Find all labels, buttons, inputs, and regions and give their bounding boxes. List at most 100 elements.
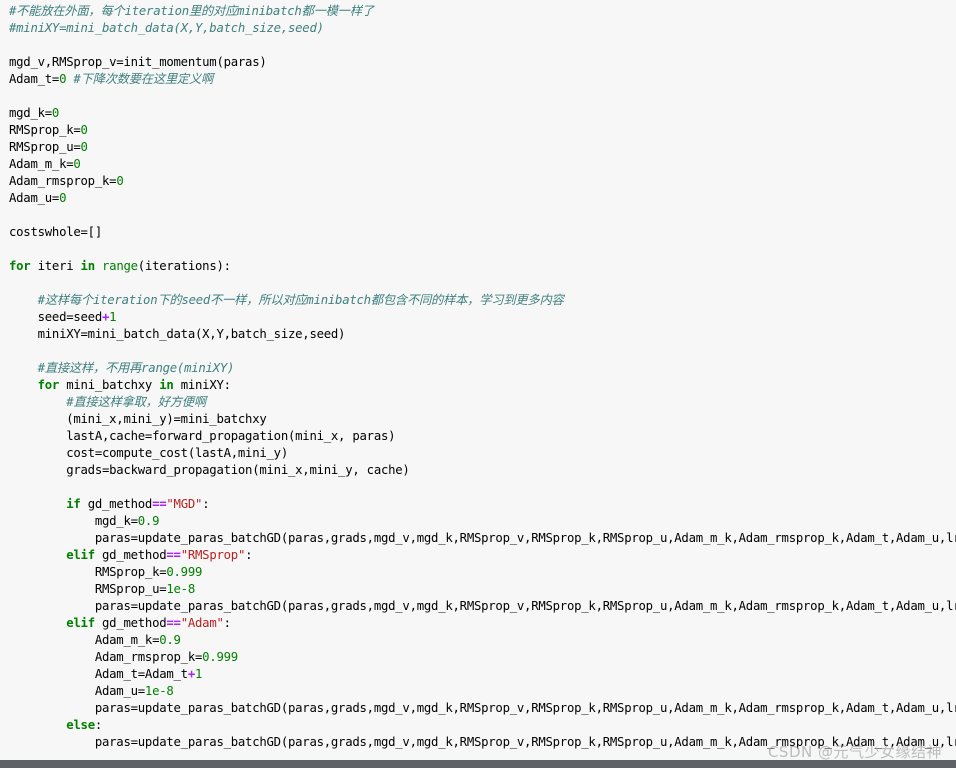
code-line: paras=update_paras_batchGD(paras,grads,m…: [9, 530, 956, 547]
code-line: RMSprop_k=0.999: [9, 564, 956, 581]
code-number: 0: [116, 174, 124, 188]
code-text: :: [94, 718, 103, 732]
code-comment: #下降次数要在这里定义啊: [73, 72, 214, 86]
code-line: mgd_k=0: [9, 105, 956, 122]
code-line: for iteri in range(iterations):: [9, 258, 956, 275]
code-comment: #这样每个iteration下的seed不一样，所以对应minibatch都包含…: [37, 293, 564, 307]
code-text: RMSprop_k=: [9, 123, 81, 137]
code-line: #不能放在外面，每个iteration里的对应minibatch都一模一样了: [9, 3, 956, 20]
code-number: 1: [109, 310, 117, 324]
code-keyword: if: [66, 497, 81, 511]
code-text: mgd_k=: [9, 106, 52, 120]
code-text: Adam_m_k=: [9, 633, 160, 647]
code-line: mgd_k=0.9: [9, 513, 956, 530]
code-number: 0.999: [202, 650, 238, 664]
code-text: RMSprop_u=: [9, 140, 81, 154]
code-cell[interactable]: #不能放在外面，每个iteration里的对应minibatch都一模一样了 #m…: [0, 0, 956, 760]
code-line: elif gd_method=="RMSprop":: [9, 547, 956, 564]
code-text: grads=backward_propagation(mini_x,mini_y…: [9, 463, 410, 477]
code-line: elif gd_method=="Adam":: [9, 615, 956, 632]
code-text: mini_batchxy: [59, 378, 160, 392]
code-comment: #miniXY=mini_batch_data(X,Y,batch_size,s…: [9, 21, 324, 35]
code-text: paras=update_paras_batchGD(paras,grads,m…: [9, 701, 956, 715]
code-operator: ==: [166, 616, 181, 630]
code-line: #miniXY=mini_batch_data(X,Y,batch_size,s…: [9, 20, 956, 37]
code-text: paras=update_paras_batchGD(paras,grads,m…: [9, 599, 956, 613]
code-comment: #直接这样拿取，好方便啊: [66, 395, 206, 409]
code-comment: #不能放在外面，每个iteration里的对应minibatch都一模一样了: [9, 4, 374, 18]
code-text: costswhole=[]: [9, 225, 102, 239]
code-number: 1: [195, 667, 203, 681]
code-text: miniXY=mini_batch_data(X,Y,batch_size,se…: [9, 327, 346, 341]
code-text: :: [223, 616, 231, 630]
code-number: 1e-8: [144, 684, 174, 698]
code-text: RMSprop_u=: [9, 582, 167, 596]
code-operator: ==: [166, 548, 181, 562]
code-line: RMSprop_k=0: [9, 122, 956, 139]
code-text: Adam_m_k=: [9, 157, 74, 171]
code-number: 0: [59, 191, 67, 205]
code-text: gd_method: [94, 548, 167, 562]
code-line: if gd_method=="MGD":: [9, 496, 956, 513]
code-text: Adam_t=Adam_t: [9, 667, 188, 681]
code-number: 1e-8: [166, 582, 195, 596]
code-line: Adam_u=1e-8: [9, 683, 956, 700]
code-keyword: elif: [66, 548, 95, 562]
code-text: Adam_rmsprop_k=: [9, 650, 203, 664]
code-line: for mini_batchxy in miniXY:: [9, 377, 956, 394]
code-number: 0: [80, 123, 88, 137]
code-line: Adam_u=0: [9, 190, 956, 207]
code-text: mgd_v,RMSprop_v=init_momentum(paras): [9, 55, 267, 69]
code-line: Adam_m_k=0: [9, 156, 956, 173]
code-text: Adam_u=: [9, 191, 60, 205]
code-keyword: for: [9, 259, 31, 273]
code-text: (iterations):: [137, 259, 231, 273]
code-comment: #直接这样，不用再range(miniXY): [37, 361, 235, 375]
code-number: 0.9: [137, 514, 160, 528]
code-line: lastA,cache=forward_propagation(mini_x, …: [9, 428, 956, 445]
code-keyword: elif: [66, 616, 95, 630]
code-text: lastA,cache=forward_propagation(mini_x, …: [9, 429, 396, 443]
code-operator: ==: [152, 497, 167, 511]
code-line: miniXY=mini_batch_data(X,Y,batch_size,se…: [9, 326, 956, 343]
code-keyword: for: [37, 378, 60, 392]
code-line: #这样每个iteration下的seed不一样，所以对应minibatch都包含…: [9, 292, 956, 309]
code-line: (mini_x,mini_y)=mini_batchxy: [9, 411, 956, 428]
code-text: Adam_t=: [9, 72, 60, 86]
code-string: "RMSprop": [180, 548, 246, 562]
code-string: "MGD": [166, 497, 203, 511]
code-line: Adam_t=0 #下降次数要在这里定义啊: [9, 71, 956, 88]
code-text: cost=compute_cost(lastA,mini_y): [9, 446, 288, 460]
code-line: paras=update_paras_batchGD(paras,grads,m…: [9, 598, 956, 615]
code-line: RMSprop_u=1e-8: [9, 581, 956, 598]
code-operator: +: [187, 667, 195, 681]
horizontal-scrollbar[interactable]: [0, 760, 956, 768]
code-keyword: else: [66, 718, 95, 732]
code-text: seed=seed: [9, 310, 103, 324]
code-line: cost=compute_cost(lastA,mini_y): [9, 445, 956, 462]
code-text: RMSprop_k=: [9, 565, 167, 579]
code-line: paras=update_paras_batchGD(paras,grads,m…: [9, 700, 956, 717]
code-line: Adam_rmsprop_k=0.999: [9, 649, 956, 666]
code-line: costswhole=[]: [9, 224, 956, 241]
code-number: 0: [51, 106, 60, 120]
code-line: mgd_v,RMSprop_v=init_momentum(paras): [9, 54, 956, 71]
code-line: Adam_rmsprop_k=0: [9, 173, 956, 190]
code-builtin: range: [102, 259, 138, 273]
code-text: miniXY:: [173, 378, 231, 392]
code-keyword: in: [159, 378, 174, 392]
code-number: 0.9: [159, 633, 181, 647]
